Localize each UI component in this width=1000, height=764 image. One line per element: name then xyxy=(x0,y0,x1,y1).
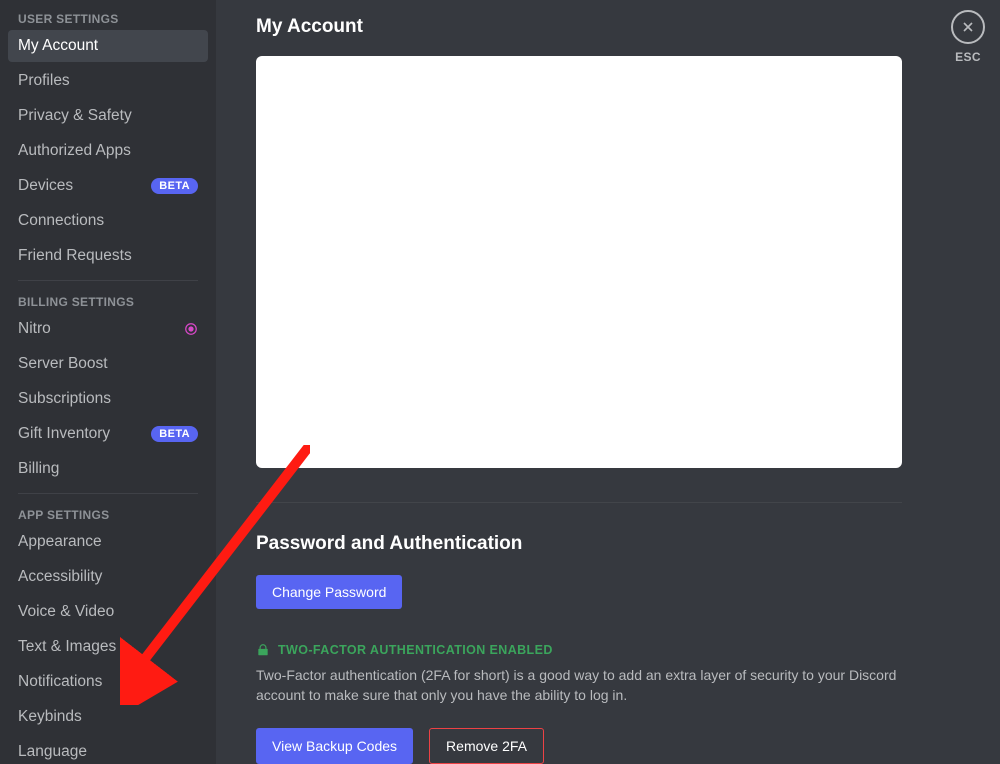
beta-badge: BETA xyxy=(151,178,198,194)
sidebar-item-subscriptions[interactable]: Subscriptions xyxy=(8,383,208,415)
sidebar-item-appearance[interactable]: Appearance xyxy=(8,526,208,558)
sidebar-item-label: Nitro xyxy=(18,320,51,338)
close-label: ESC xyxy=(946,50,990,64)
sidebar-item-authorized-apps[interactable]: Authorized Apps xyxy=(8,135,208,167)
twofa-button-row: View Backup Codes Remove 2FA xyxy=(256,728,902,764)
sidebar-item-label: Subscriptions xyxy=(18,390,111,408)
sidebar-item-keybinds[interactable]: Keybinds xyxy=(8,701,208,733)
divider xyxy=(18,493,198,494)
close-button[interactable] xyxy=(951,10,985,44)
sidebar-item-label: Authorized Apps xyxy=(18,142,131,160)
sidebar-item-label: Billing xyxy=(18,460,59,478)
nitro-icon xyxy=(184,322,198,336)
change-password-button[interactable]: Change Password xyxy=(256,575,402,609)
sidebar-item-friend-requests[interactable]: Friend Requests xyxy=(8,240,208,272)
close-icon xyxy=(960,19,976,35)
sidebar-item-nitro[interactable]: Nitro xyxy=(8,313,208,345)
beta-badge: BETA xyxy=(151,426,198,442)
twofa-status-row: TWO-FACTOR AUTHENTICATION ENABLED xyxy=(256,643,902,657)
settings-sidebar: USER SETTINGS My Account Profiles Privac… xyxy=(0,0,216,764)
sidebar-item-notifications[interactable]: Notifications xyxy=(8,666,208,698)
remove-2fa-button[interactable]: Remove 2FA xyxy=(429,728,544,764)
sidebar-item-language[interactable]: Language xyxy=(8,736,208,764)
sidebar-item-label: My Account xyxy=(18,37,98,55)
password-auth-title: Password and Authentication xyxy=(256,533,902,555)
sidebar-item-profiles[interactable]: Profiles xyxy=(8,65,208,97)
sidebar-item-label: Voice & Video xyxy=(18,603,114,621)
sidebar-item-label: Devices xyxy=(18,177,73,195)
sidebar-item-voice-video[interactable]: Voice & Video xyxy=(8,596,208,628)
sidebar-item-label: Appearance xyxy=(18,533,102,551)
sidebar-item-label: Notifications xyxy=(18,673,102,691)
sidebar-item-billing[interactable]: Billing xyxy=(8,453,208,485)
sidebar-item-label: Friend Requests xyxy=(18,247,132,265)
twofa-description: Two-Factor authentication (2FA for short… xyxy=(256,665,902,706)
main-content: My Account Password and Authentication C… xyxy=(216,0,942,764)
divider xyxy=(18,280,198,281)
sidebar-item-gift-inventory[interactable]: Gift Inventory BETA xyxy=(8,418,208,450)
sidebar-item-connections[interactable]: Connections xyxy=(8,205,208,237)
sidebar-item-label: Accessibility xyxy=(18,568,102,586)
section-divider xyxy=(256,502,902,503)
sidebar-item-label: Privacy & Safety xyxy=(18,107,132,125)
profile-card xyxy=(256,56,902,468)
sidebar-item-privacy-safety[interactable]: Privacy & Safety xyxy=(8,100,208,132)
section-header-billing-settings: BILLING SETTINGS xyxy=(8,291,208,313)
section-header-user-settings: USER SETTINGS xyxy=(8,8,208,30)
page-title: My Account xyxy=(256,16,902,38)
sidebar-item-my-account[interactable]: My Account xyxy=(8,30,208,62)
sidebar-item-label: Profiles xyxy=(18,72,70,90)
lock-icon xyxy=(256,643,270,657)
sidebar-item-label: Keybinds xyxy=(18,708,82,726)
twofa-enabled-label: TWO-FACTOR AUTHENTICATION ENABLED xyxy=(278,643,553,657)
section-header-app-settings: APP SETTINGS xyxy=(8,504,208,526)
sidebar-item-label: Server Boost xyxy=(18,355,108,373)
sidebar-item-server-boost[interactable]: Server Boost xyxy=(8,348,208,380)
sidebar-item-label: Connections xyxy=(18,212,104,230)
sidebar-item-label: Language xyxy=(18,743,87,761)
sidebar-item-label: Text & Images xyxy=(18,638,116,656)
sidebar-item-text-images[interactable]: Text & Images xyxy=(8,631,208,663)
sidebar-item-devices[interactable]: Devices BETA xyxy=(8,170,208,202)
right-gutter: ESC xyxy=(942,0,1000,764)
view-backup-codes-button[interactable]: View Backup Codes xyxy=(256,728,413,764)
sidebar-item-label: Gift Inventory xyxy=(18,425,110,443)
sidebar-item-accessibility[interactable]: Accessibility xyxy=(8,561,208,593)
